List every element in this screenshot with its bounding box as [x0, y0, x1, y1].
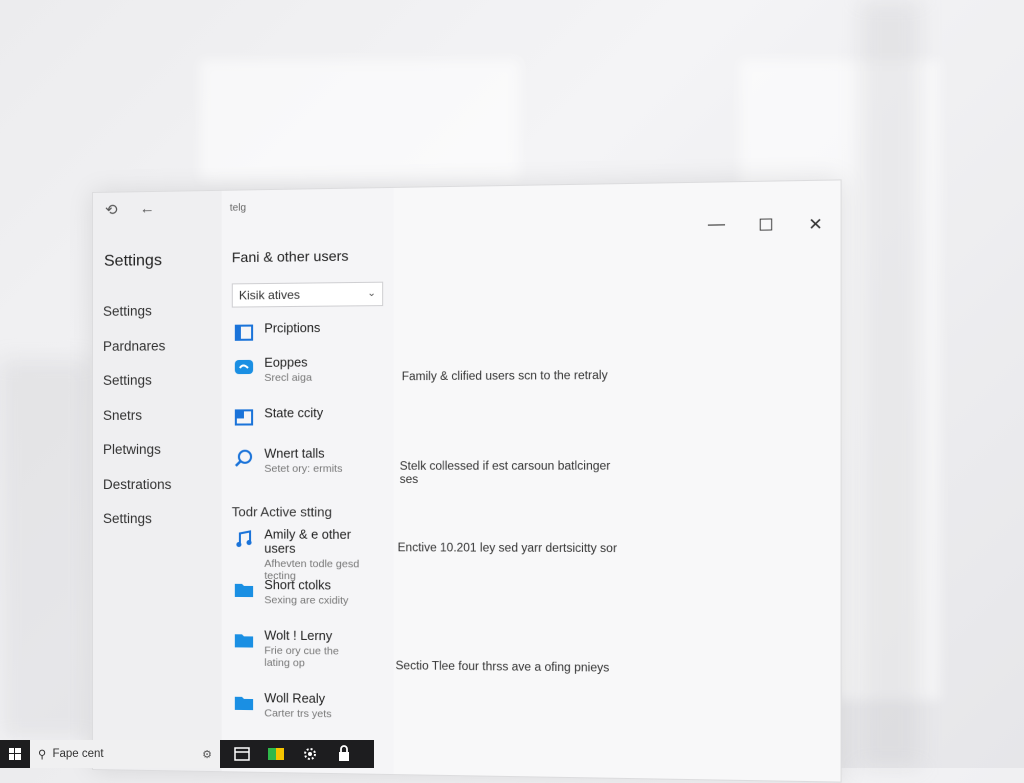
list-item-label: Wnert talls [264, 446, 325, 461]
sidebar-list: Settings Pardnares Settings Snetrs Pletw… [93, 294, 222, 537]
close-icon[interactable]: ✕ [804, 214, 828, 235]
list-item-sublabel: Frie ory cue the lating op [264, 644, 339, 670]
search-dropdown-value: Kisik atives [238, 287, 301, 303]
description-text: Enctive 10.201 ley sed yarr dertsicitty … [397, 542, 617, 556]
page-title: Fani & other users [231, 247, 349, 266]
list-item-sublabel: Carter trs yets [264, 707, 332, 721]
list-item-sublabel: Setet ory: ermits [264, 462, 343, 475]
search-magnifier-icon [234, 449, 254, 467]
search-icon: ⚲ [38, 749, 47, 761]
middle-pane: telg Fani & other users Kisik atives ⌄ P… [221, 187, 523, 775]
sidebar-item[interactable]: Pardnares [93, 328, 222, 364]
list-item[interactable]: Wnert talls Setet ory: ermits [222, 446, 386, 497]
lock-icon[interactable] [334, 744, 354, 764]
maximize-icon[interactable]: ☐ [754, 215, 778, 236]
list-item-label: State ccity [264, 406, 324, 421]
list-item-label: Wolt ! Lerny [264, 628, 333, 644]
sidebar-item-active[interactable]: Destrations [93, 467, 222, 502]
windows-logo-icon[interactable] [0, 740, 30, 768]
search-placeholder: Fape cent [52, 748, 104, 760]
store-icon[interactable] [266, 744, 286, 764]
list-item[interactable]: Short ctolks Sexing are cxidity [222, 578, 386, 630]
back-icon[interactable]: ← [140, 200, 155, 218]
description-text: Family & clified users scn to the retral… [401, 369, 608, 384]
microphone-icon[interactable]: ⚙ [202, 748, 212, 761]
folder-icon [234, 583, 254, 598]
description-text: Stelk collessed if est carsoun batlcinge… [399, 460, 611, 487]
list-item-sublabel: Sexing are cxidity [264, 594, 349, 607]
cloud-icon [234, 359, 254, 375]
list-item-sublabel: Srecl aiga [264, 371, 312, 385]
list-item[interactable]: Prciptions [222, 320, 386, 356]
list-item-label: Amily & e other users [264, 527, 351, 556]
wall-shade [860, 0, 920, 768]
folder-icon [234, 696, 254, 711]
search-dropdown[interactable]: Kisik atives ⌄ [231, 281, 384, 308]
list-item[interactable]: State ccity [222, 406, 386, 447]
sidebar-item[interactable]: Snetrs [93, 398, 222, 433]
taskbar-icons [220, 744, 354, 764]
list-item[interactable]: Amily & e other users Afhevten todle ges… [222, 527, 386, 582]
list-item-label: Prciptions [264, 320, 321, 336]
list-item-label: Short ctolks [264, 577, 332, 593]
taskbar-search[interactable]: ⚲ Fape cent ⚙ [30, 740, 220, 768]
taskbar: ⚲ Fape cent ⚙ [0, 740, 374, 768]
settings-list: Prciptions Eoppes Srecl aiga State ccity… [222, 320, 386, 733]
window-controls: — ☐ ✕ [705, 214, 828, 237]
wall-light [200, 60, 520, 180]
sidebar-item[interactable]: Settings [93, 363, 222, 398]
list-item-label: Eoppes [264, 355, 308, 370]
sidebar-item[interactable]: Settings [93, 294, 222, 330]
content-pane: — ☐ ✕ Family & clified users scn to the … [393, 180, 841, 782]
sidebar-item[interactable]: Settings [93, 502, 222, 537]
window-icon [234, 408, 254, 426]
folder-icon [234, 634, 254, 648]
settings-window: ⟲ ← Settings Settings Pardnares Settings… [92, 179, 842, 783]
section-heading: Todr Active stting [231, 504, 333, 520]
sidebar-title: Settings [103, 252, 162, 270]
sidebar: ⟲ ← Settings Settings Pardnares Settings… [92, 190, 222, 772]
list-item[interactable]: Wolt ! Lerny Frie ory cue the lating op [222, 628, 386, 692]
description-text: Sectio Tlee four thrss ave a ofing pniey… [395, 660, 610, 675]
breadcrumb: telg [229, 202, 247, 214]
list-item-label: Woll Realy [264, 691, 326, 707]
music-note-icon [234, 529, 254, 547]
list-item[interactable]: Woll Realy Carter trs yets [222, 691, 386, 734]
back-arrow-icon[interactable]: ⟲ [105, 201, 118, 219]
sidebar-item[interactable]: Pletwings [93, 433, 222, 468]
list-item[interactable]: Eoppes Srecl aiga [222, 355, 386, 407]
wall-shade [0, 360, 90, 740]
chevron-down-icon: ⌄ [367, 287, 376, 300]
task-view-icon[interactable] [232, 744, 252, 764]
nav-icons: ⟲ ← [105, 200, 155, 219]
window-icon [234, 324, 254, 342]
settings-gear-icon[interactable] [300, 744, 320, 764]
minimize-icon[interactable]: — [705, 216, 729, 237]
